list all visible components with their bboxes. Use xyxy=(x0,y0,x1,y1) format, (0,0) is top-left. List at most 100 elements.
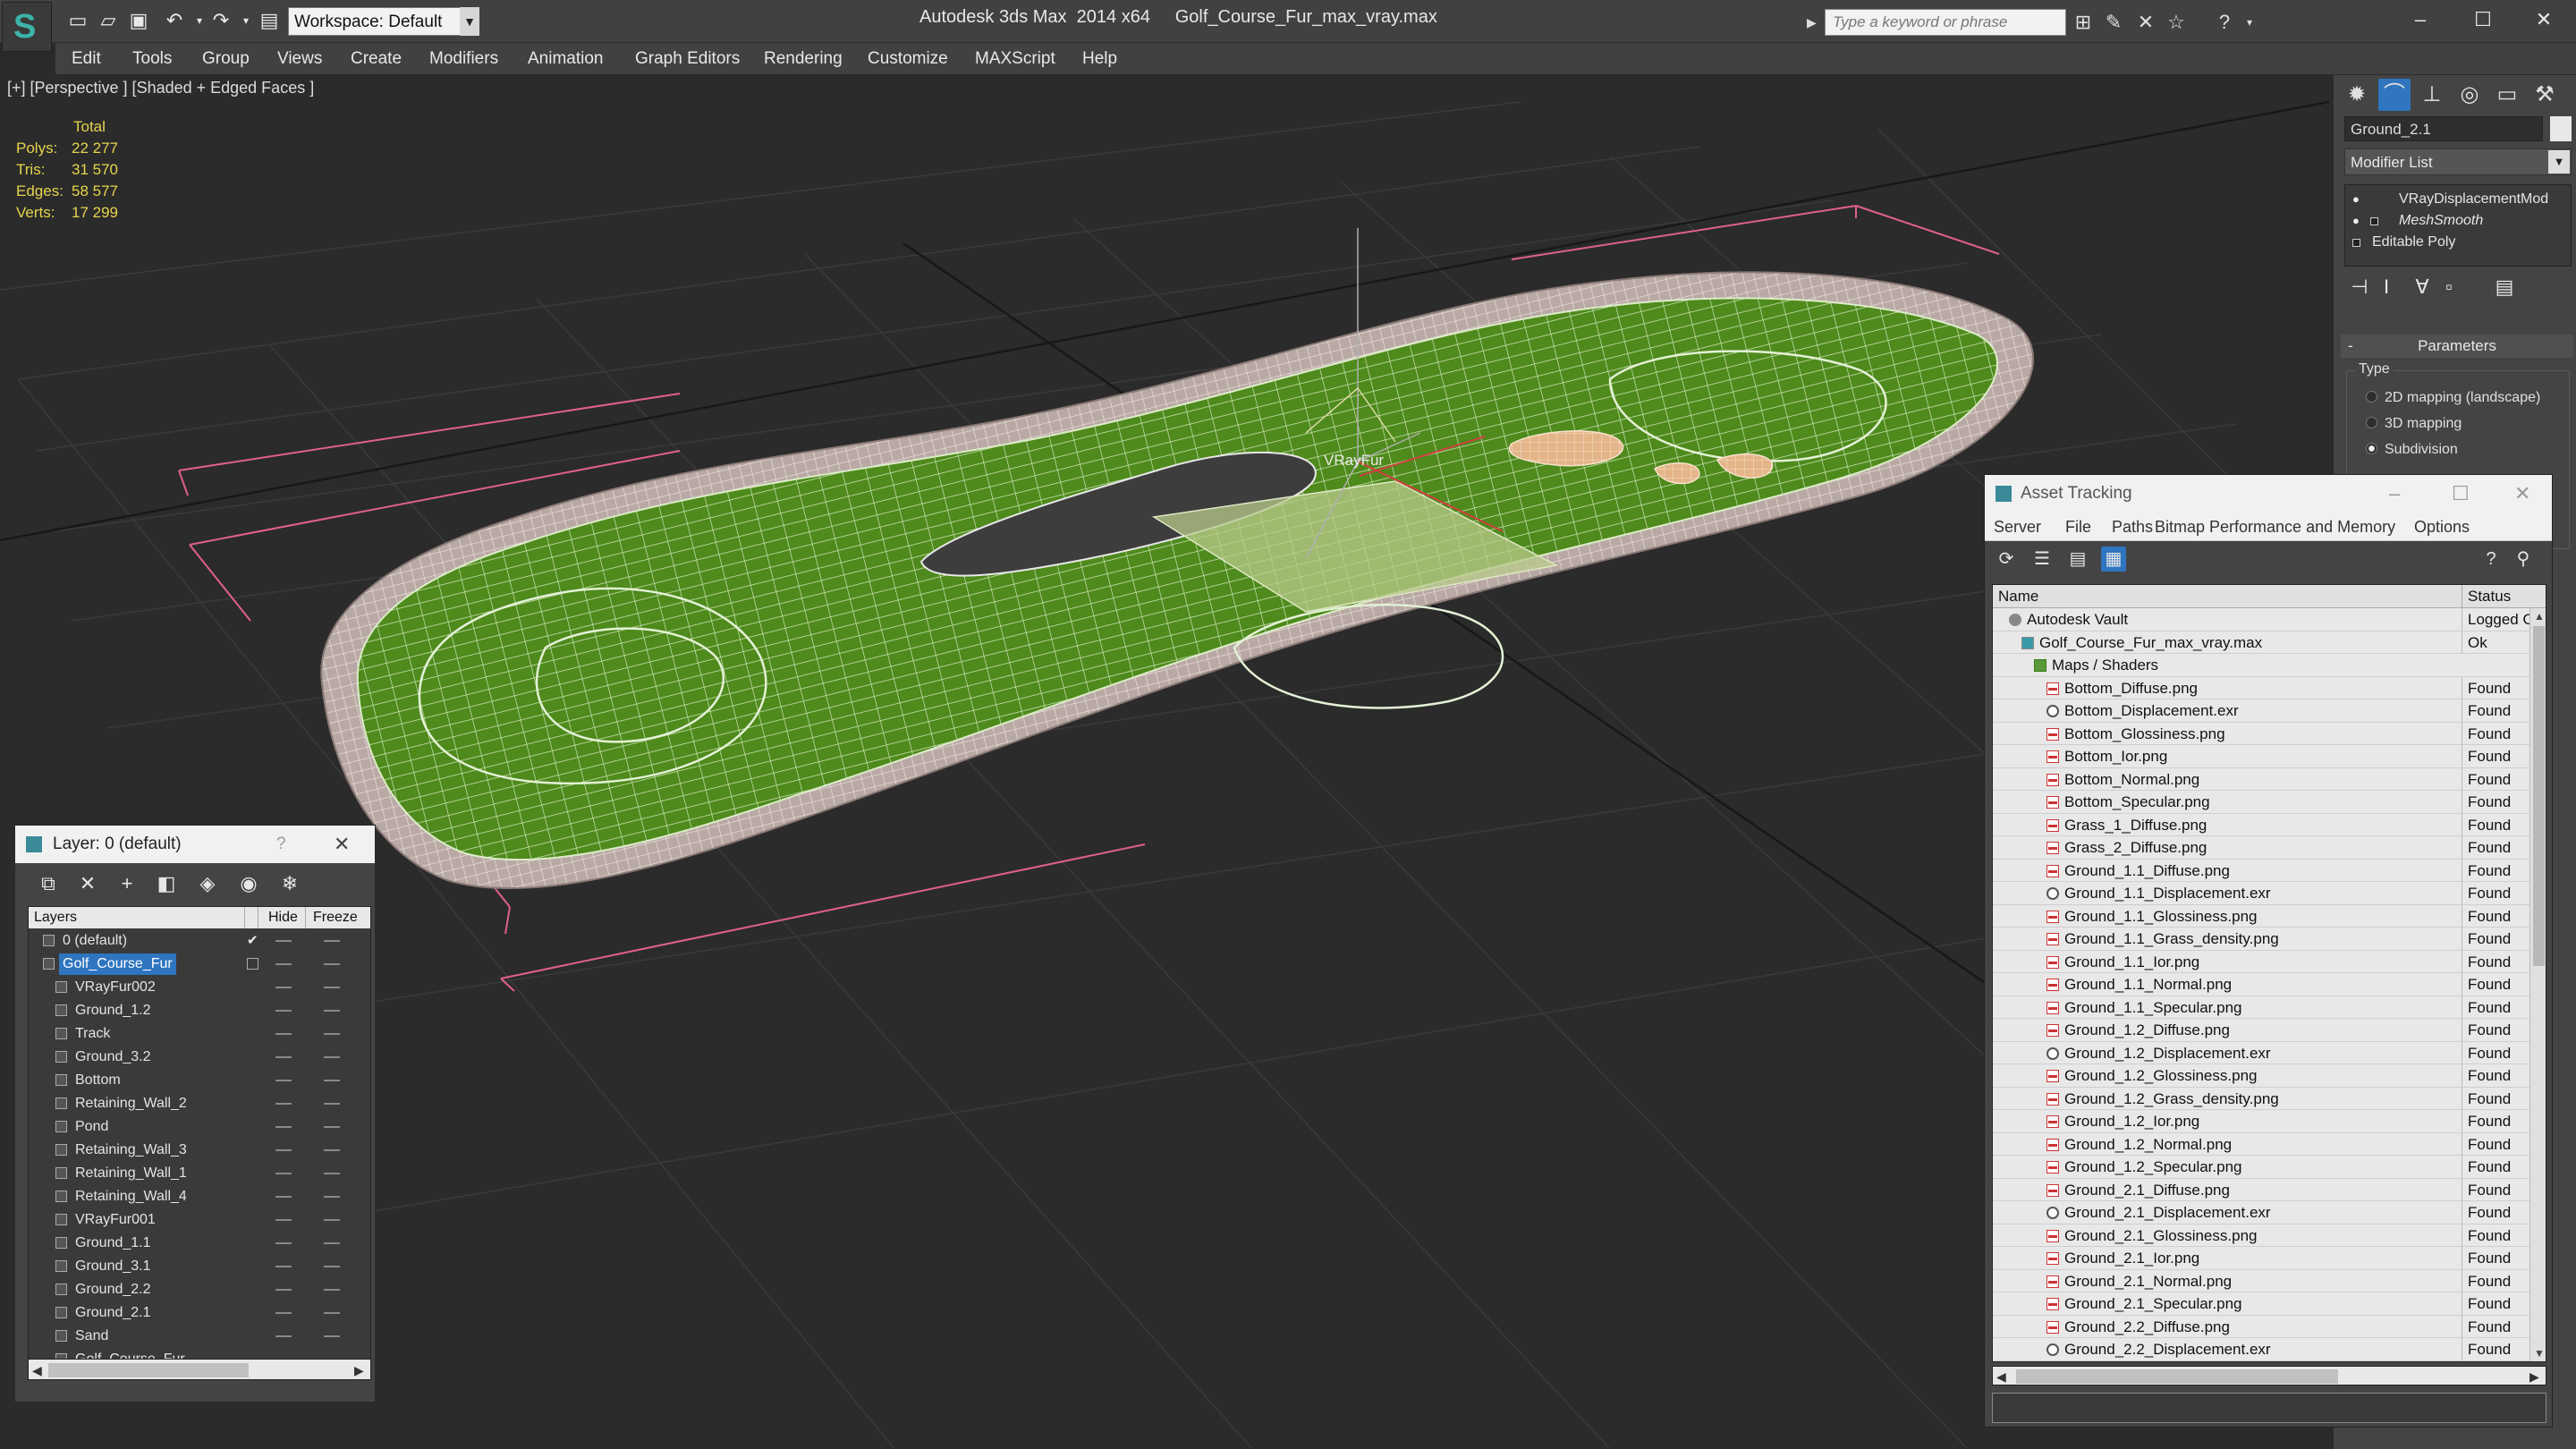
configure-modifier-sets-icon[interactable]: ▤ xyxy=(2491,274,2518,301)
modify-tab-icon[interactable]: ⌒ xyxy=(2378,79,2411,111)
freeze-toggle[interactable] xyxy=(324,1010,340,1012)
hide-toggle[interactable] xyxy=(275,1266,292,1267)
freeze-toggle[interactable] xyxy=(324,1312,340,1314)
close-icon[interactable]: ✕ xyxy=(2514,475,2530,513)
stack-item-vraydisplacement[interactable]: ● VRayDisplacementMod xyxy=(2345,189,2571,210)
asset-menu-paths[interactable]: Paths xyxy=(2112,513,2153,541)
current-layer-check-icon[interactable]: ✔ xyxy=(247,930,258,952)
stack-item-editable-poly[interactable]: Editable Poly xyxy=(2345,232,2571,253)
hide-toggle[interactable] xyxy=(275,1126,292,1128)
close-button[interactable]: ✕ xyxy=(2517,4,2571,36)
search-input[interactable]: Type a keyword or phrase xyxy=(1825,9,2066,36)
redo-icon[interactable]: ↷ xyxy=(208,7,234,34)
asset-row[interactable]: Bottom_Normal.png Found xyxy=(1993,767,2529,791)
layer-row[interactable]: VRayFur002 xyxy=(29,977,370,998)
freeze-toggle[interactable] xyxy=(324,1149,340,1151)
asset-row[interactable]: Ground_1.2_Glossiness.png Found xyxy=(1993,1064,2529,1088)
hide-all-icon[interactable]: ◉ xyxy=(235,870,262,897)
asset-row[interactable]: Ground_1.1_Diffuse.png Found xyxy=(1993,859,2529,882)
menu-create[interactable]: Create xyxy=(351,43,402,75)
app-menu-button[interactable]: S xyxy=(2,2,52,52)
hide-toggle[interactable] xyxy=(275,1312,292,1314)
highlight-layer-icon[interactable]: ◈ xyxy=(194,870,221,897)
menu-views[interactable]: Views xyxy=(277,43,322,75)
layer-row[interactable]: Ground_2.1 xyxy=(29,1302,370,1324)
refresh-icon[interactable]: ⟳ xyxy=(1994,547,2019,572)
pin-icon[interactable]: ⚲ xyxy=(2511,547,2536,572)
expand-box-icon[interactable] xyxy=(2352,239,2360,247)
asset-row[interactable]: Maps / Shaders xyxy=(1993,654,2529,677)
layer-row[interactable]: Ground_1.2 xyxy=(29,1000,370,1021)
help-icon[interactable]: ? xyxy=(2479,547,2504,572)
freeze-toggle[interactable] xyxy=(324,1289,340,1291)
asset-row[interactable]: Ground_2.1_Glossiness.png Found xyxy=(1993,1224,2529,1247)
layer-row[interactable]: 0 (default) ✔ xyxy=(29,930,370,952)
scroll-up-icon[interactable]: ▲ xyxy=(2534,610,2545,623)
asset-row[interactable]: Ground_1.2_Grass_density.png Found xyxy=(1993,1087,2529,1110)
scroll-thumb[interactable] xyxy=(2016,1369,2338,1384)
scroll-left-icon[interactable]: ◀ xyxy=(32,1360,42,1381)
asset-row[interactable]: Bottom_Displacement.exr Found xyxy=(1993,699,2529,723)
chevron-down-icon[interactable]: ▼ xyxy=(2548,150,2570,174)
menu-tools[interactable]: Tools xyxy=(132,43,172,75)
column-status[interactable]: Status xyxy=(2462,585,2511,608)
create-tab-icon[interactable]: ✹ xyxy=(2341,79,2373,111)
freeze-toggle[interactable] xyxy=(324,1266,340,1267)
asset-horizontal-scrollbar[interactable]: ◀ ▶ xyxy=(1992,1366,2546,1385)
scroll-left-icon[interactable]: ◀ xyxy=(1996,1367,2006,1386)
maximize-button[interactable]: ☐ xyxy=(2456,4,2510,36)
save-file-icon[interactable]: ▣ xyxy=(125,7,152,34)
undo-icon[interactable]: ↶ xyxy=(161,7,188,34)
viewport-label[interactable]: [+] [Perspective ] [Shaded + Edged Faces… xyxy=(7,79,314,97)
delete-layer-icon[interactable]: ✕ xyxy=(74,870,101,897)
layer-row[interactable]: Pond xyxy=(29,1116,370,1138)
asset-menu-bitmap-performance[interactable]: Bitmap Performance and Memory xyxy=(2155,513,2395,541)
freeze-toggle[interactable] xyxy=(324,940,340,942)
subscription-icon[interactable]: ✎ xyxy=(2100,9,2127,36)
layer-row[interactable]: Ground_1.1 xyxy=(29,1233,370,1254)
freeze-toggle[interactable] xyxy=(324,1242,340,1244)
binoculars-icon[interactable]: ⊞ xyxy=(2070,9,2097,36)
menu-edit[interactable]: Edit xyxy=(72,43,101,75)
asset-row[interactable]: Ground_1.2_Displacement.exr Found xyxy=(1993,1041,2529,1064)
chevron-down-icon[interactable]: ▼ xyxy=(460,7,479,36)
layer-window-titlebar[interactable]: Layer: 0 (default) ? ✕ xyxy=(15,826,375,863)
asset-row[interactable]: Ground_2.1_Displacement.exr Found xyxy=(1993,1201,2529,1224)
table-view-icon[interactable]: ▦ xyxy=(2101,547,2126,572)
asset-row[interactable]: Ground_1.2_Normal.png Found xyxy=(1993,1132,2529,1156)
asset-row[interactable]: Ground_1.1_Specular.png Found xyxy=(1993,996,2529,1019)
asset-row[interactable]: Ground_1.1_Normal.png Found xyxy=(1993,973,2529,996)
layer-row[interactable]: Retaining_Wall_1 xyxy=(29,1163,370,1184)
column-freeze[interactable]: Freeze xyxy=(308,907,361,928)
menu-animation[interactable]: Animation xyxy=(528,43,604,75)
column-name[interactable]: Name xyxy=(1998,585,2038,608)
asset-row[interactable]: Golf_Course_Fur_max_vray.max Ok xyxy=(1993,631,2529,654)
freeze-all-icon[interactable]: ❄ xyxy=(276,870,303,897)
project-folder-icon[interactable]: ▤ xyxy=(256,7,283,34)
layer-row[interactable]: Golf_Course_Fur xyxy=(29,953,370,975)
asset-status-field[interactable] xyxy=(1992,1393,2546,1423)
radio-2d-mapping[interactable]: 2D mapping (landscape) xyxy=(2366,390,2540,406)
asset-row[interactable]: Autodesk Vault Logged Out xyxy=(1993,608,2529,631)
set-current-box-icon[interactable] xyxy=(247,958,258,970)
scroll-thumb[interactable] xyxy=(2533,626,2545,966)
freeze-toggle[interactable] xyxy=(324,987,340,988)
object-color-swatch[interactable] xyxy=(2550,116,2572,141)
object-name-field[interactable]: Ground_2.1 xyxy=(2344,116,2543,141)
asset-row[interactable]: Bottom_Ior.png Found xyxy=(1993,745,2529,768)
freeze-toggle[interactable] xyxy=(324,963,340,965)
hide-toggle[interactable] xyxy=(275,1010,292,1012)
motion-tab-icon[interactable]: ◎ xyxy=(2453,79,2486,111)
freeze-toggle[interactable] xyxy=(324,1080,340,1081)
asset-row[interactable]: Ground_2.1_Diffuse.png Found xyxy=(1993,1178,2529,1201)
maximize-icon[interactable]: ☐ xyxy=(2452,475,2470,513)
asset-menu-server[interactable]: Server xyxy=(1994,513,2041,541)
asset-row[interactable]: Ground_2.1_Ior.png Found xyxy=(1993,1247,2529,1270)
hide-toggle[interactable] xyxy=(275,1080,292,1081)
minimize-button[interactable]: – xyxy=(2394,4,2447,36)
layer-row[interactable]: Ground_3.2 xyxy=(29,1046,370,1068)
add-to-layer-icon[interactable]: + xyxy=(114,870,140,897)
freeze-toggle[interactable] xyxy=(324,1219,340,1221)
expand-box-icon[interactable] xyxy=(2370,217,2378,225)
radio-dot[interactable] xyxy=(2366,443,2377,454)
